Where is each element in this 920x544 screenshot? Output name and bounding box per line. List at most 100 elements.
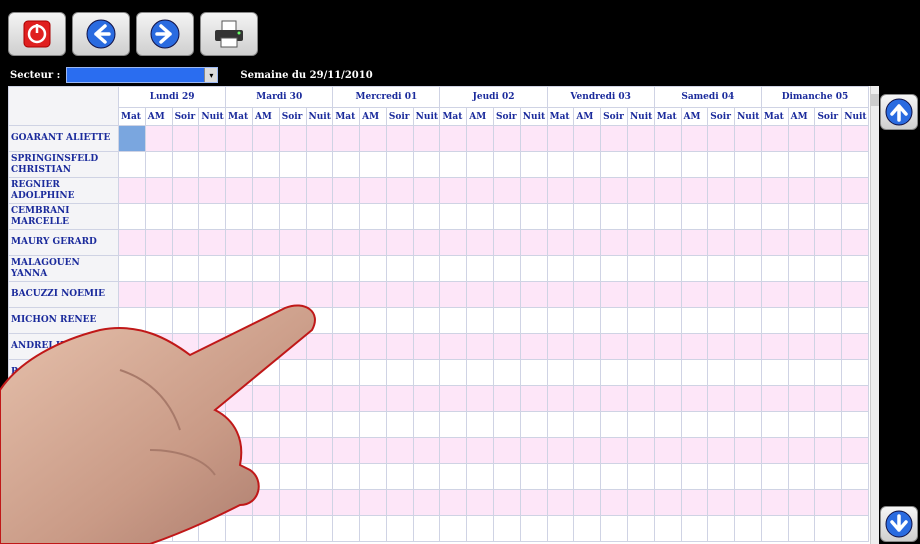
schedule-cell[interactable] [546,359,575,386]
schedule-cell[interactable] [734,385,762,412]
schedule-cell[interactable] [707,177,736,204]
schedule-cell[interactable] [760,307,789,334]
schedule-cell[interactable] [600,385,628,412]
schedule-cell[interactable] [546,307,575,334]
schedule-cell[interactable] [412,437,441,464]
schedule-cell[interactable] [359,411,387,438]
schedule-cell[interactable] [841,203,870,230]
schedule-cell[interactable] [332,151,361,178]
schedule-cell[interactable] [600,125,628,152]
schedule-cell[interactable] [600,203,628,230]
schedule-cell[interactable] [251,255,280,282]
schedule-cell[interactable] [466,515,495,542]
schedule-cell[interactable] [171,281,200,308]
schedule-cell[interactable] [171,411,200,438]
schedule-cell[interactable] [546,437,575,464]
schedule-cell[interactable] [118,281,146,308]
schedule-cell[interactable] [278,229,307,256]
schedule-cell[interactable] [118,177,146,204]
schedule-cell[interactable] [332,463,361,490]
schedule-cell[interactable] [626,359,655,386]
schedule-cell[interactable] [707,203,736,230]
schedule-cell[interactable] [305,463,334,490]
schedule-cell[interactable] [118,489,146,516]
schedule-cell[interactable] [546,411,575,438]
schedule-cell[interactable] [680,437,709,464]
schedule-cell[interactable] [359,281,387,308]
schedule-cell[interactable] [305,437,334,464]
schedule-cell[interactable] [734,463,762,490]
schedule-cell[interactable] [787,411,816,438]
schedule-cell[interactable] [653,203,682,230]
schedule-cell[interactable] [546,177,575,204]
schedule-cell[interactable] [707,229,736,256]
schedule-cell[interactable] [680,307,709,334]
schedule-cell[interactable] [573,229,602,256]
schedule-cell[interactable] [626,411,655,438]
schedule-cell[interactable] [251,359,280,386]
schedule-cell[interactable] [198,385,227,412]
schedule-cell[interactable] [626,255,655,282]
schedule-cell[interactable] [493,411,521,438]
schedule-cell[interactable] [653,515,682,542]
person-name[interactable]: GOARANT ALIETTE [8,125,119,152]
schedule-cell[interactable] [493,515,521,542]
schedule-cell[interactable] [573,411,602,438]
schedule-cell[interactable] [787,515,816,542]
schedule-cell[interactable] [225,359,253,386]
schedule-cell[interactable] [493,385,521,412]
schedule-cell[interactable] [493,177,521,204]
schedule-cell[interactable] [171,177,200,204]
schedule-cell[interactable] [626,229,655,256]
schedule-cell[interactable] [278,515,307,542]
schedule-cell[interactable] [251,281,280,308]
schedule-cell[interactable] [225,489,253,516]
schedule-cell[interactable] [760,255,789,282]
schedule-cell[interactable] [144,177,173,204]
schedule-cell[interactable] [600,463,628,490]
schedule-cell[interactable] [573,177,602,204]
schedule-cell[interactable] [573,385,602,412]
schedule-cell[interactable] [600,177,628,204]
schedule-cell[interactable] [814,307,843,334]
schedule-cell[interactable] [198,463,227,490]
schedule-cell[interactable] [144,411,173,438]
schedule-cell[interactable] [305,125,334,152]
schedule-cell[interactable] [707,489,736,516]
schedule-cell[interactable] [546,125,575,152]
schedule-cell[interactable] [519,437,548,464]
schedule-cell[interactable] [198,177,227,204]
schedule-cell[interactable] [412,125,441,152]
schedule-cell[interactable] [841,307,870,334]
schedule-cell[interactable] [412,385,441,412]
schedule-cell[interactable] [626,307,655,334]
schedule-cell[interactable] [144,463,173,490]
schedule-cell[interactable] [841,281,870,308]
schedule-cell[interactable] [144,125,173,152]
schedule-cell[interactable] [707,281,736,308]
schedule-cell[interactable] [305,489,334,516]
schedule-cell[interactable] [305,177,334,204]
schedule-cell[interactable] [841,177,870,204]
schedule-cell[interactable] [118,437,146,464]
schedule-cell[interactable] [519,489,548,516]
schedule-cell[interactable] [251,437,280,464]
schedule-cell[interactable] [385,463,414,490]
schedule-cell[interactable] [332,385,361,412]
schedule-cell[interactable] [305,255,334,282]
schedule-cell[interactable] [680,359,709,386]
schedule-cell[interactable] [626,281,655,308]
schedule-cell[interactable] [707,463,736,490]
schedule-cell[interactable] [519,125,548,152]
schedule-cell[interactable] [332,437,361,464]
schedule-cell[interactable] [707,515,736,542]
schedule-cell[interactable] [734,177,762,204]
schedule-cell[interactable] [573,125,602,152]
schedule-cell[interactable] [760,281,789,308]
schedule-cell[interactable] [519,385,548,412]
schedule-cell[interactable] [359,489,387,516]
schedule-cell[interactable] [144,229,173,256]
schedule-cell[interactable] [546,203,575,230]
schedule-cell[interactable] [225,385,253,412]
schedule-cell[interactable] [707,385,736,412]
